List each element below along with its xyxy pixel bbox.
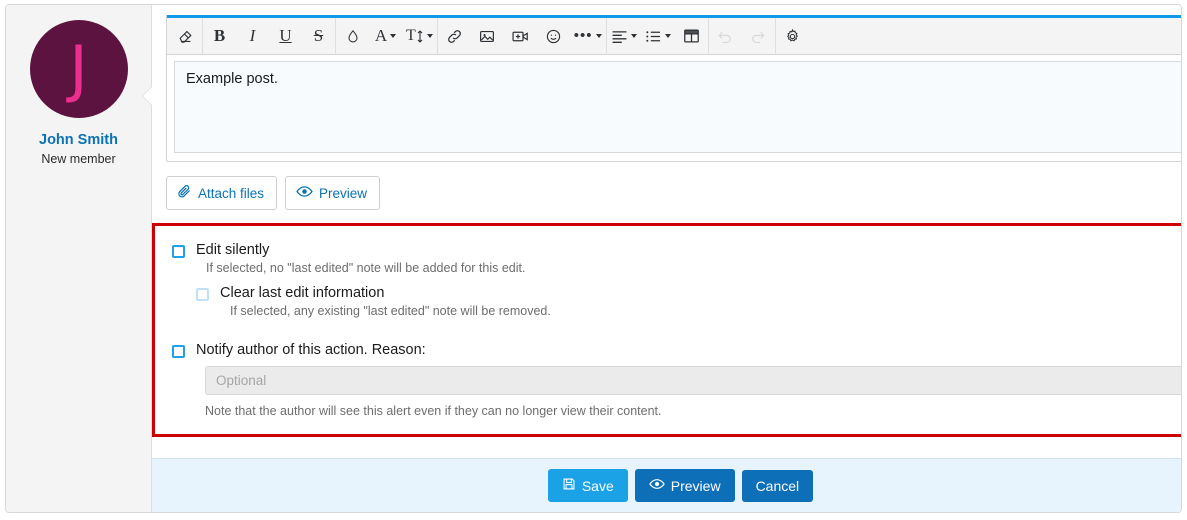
save-label: Save [582,478,614,494]
editor-text-area[interactable]: Example post. [174,61,1182,153]
page-root: J John Smith New member [0,0,1187,520]
underline-icon[interactable]: U [269,18,302,55]
preview-button-footer[interactable]: Preview [635,469,735,502]
eye-icon [649,477,665,494]
clear-last-edit-checkbox[interactable] [196,288,209,301]
clear-last-edit-row: Clear last edit information [196,285,1182,301]
edit-silently-row: Edit silently [172,242,1182,258]
toolbar-group-clear [169,18,202,55]
edit-silently-help: If selected, no "last edited" note will … [206,261,1182,275]
redo-icon[interactable] [742,18,775,55]
notify-reason-input[interactable]: Optional [205,366,1182,395]
more-options-icon[interactable]: ••• [570,18,606,55]
list-icon[interactable] [641,18,675,55]
remove-formatting-icon[interactable] [169,18,202,55]
video-icon[interactable] [504,18,537,55]
image-icon[interactable] [471,18,504,55]
author-title: New member [6,152,151,166]
toolbar-group-inline: B I U S [203,18,335,55]
gear-icon[interactable] [776,18,809,55]
bold-icon[interactable]: B [203,18,236,55]
notify-author-checkbox[interactable] [172,345,185,358]
cancel-button[interactable]: Cancel [742,470,814,502]
rich-text-editor: B I U S [166,15,1182,162]
editor-body: B I U S [152,5,1182,437]
toolbar-group-block [607,18,708,55]
form-footer: Save Preview Cancel [152,458,1182,512]
undo-icon[interactable] [709,18,742,55]
eye-icon [296,184,313,202]
avatar[interactable]: J [30,20,128,118]
attachment-actions: Attach files Preview [166,162,1182,223]
notify-author-label[interactable]: Notify author of this action. Reason: [196,342,426,358]
toolbar-group-settings [776,18,809,55]
text-color-icon[interactable] [336,18,369,55]
paperclip-icon [177,184,192,202]
attach-files-label: Attach files [198,186,264,201]
align-icon[interactable] [607,18,641,55]
cancel-label: Cancel [756,478,800,494]
preview-button-top[interactable]: Preview [285,176,380,210]
notify-author-help: Note that the author will see this alert… [205,404,1182,418]
toolbar-group-font: A T [336,18,437,55]
post-editor-panel: J John Smith New member [5,4,1182,513]
preview-label-top: Preview [319,186,367,201]
table-icon[interactable] [675,18,708,55]
toolbar-group-history [709,18,775,55]
attach-files-button[interactable]: Attach files [166,176,277,210]
emoji-icon[interactable] [537,18,570,55]
edit-silently-checkbox[interactable] [172,245,185,258]
editor-main: B I U S [152,5,1182,512]
font-size-icon[interactable]: T [402,18,437,55]
editor-toolbar: B I U S [167,18,1182,55]
author-name-link[interactable]: John Smith [6,132,151,148]
notify-author-row: Notify author of this action. Reason: [172,342,1182,358]
bubble-arrow [143,87,152,105]
clear-last-edit-label[interactable]: Clear last edit information [220,285,384,301]
font-family-icon[interactable]: A [369,18,402,55]
toolbar-group-insert: ••• [438,18,606,55]
moderation-options-highlight: Edit silently If selected, no "last edit… [152,223,1182,437]
strikethrough-icon[interactable]: S [302,18,335,55]
preview-label-footer: Preview [671,478,721,494]
save-disk-icon [562,477,576,494]
italic-icon[interactable]: I [236,18,269,55]
edit-silently-label[interactable]: Edit silently [196,242,269,258]
clear-last-edit-help: If selected, any existing "last edited" … [230,304,1182,318]
author-sidebar: J John Smith New member [6,5,152,512]
link-icon[interactable] [438,18,471,55]
save-button[interactable]: Save [548,469,628,502]
